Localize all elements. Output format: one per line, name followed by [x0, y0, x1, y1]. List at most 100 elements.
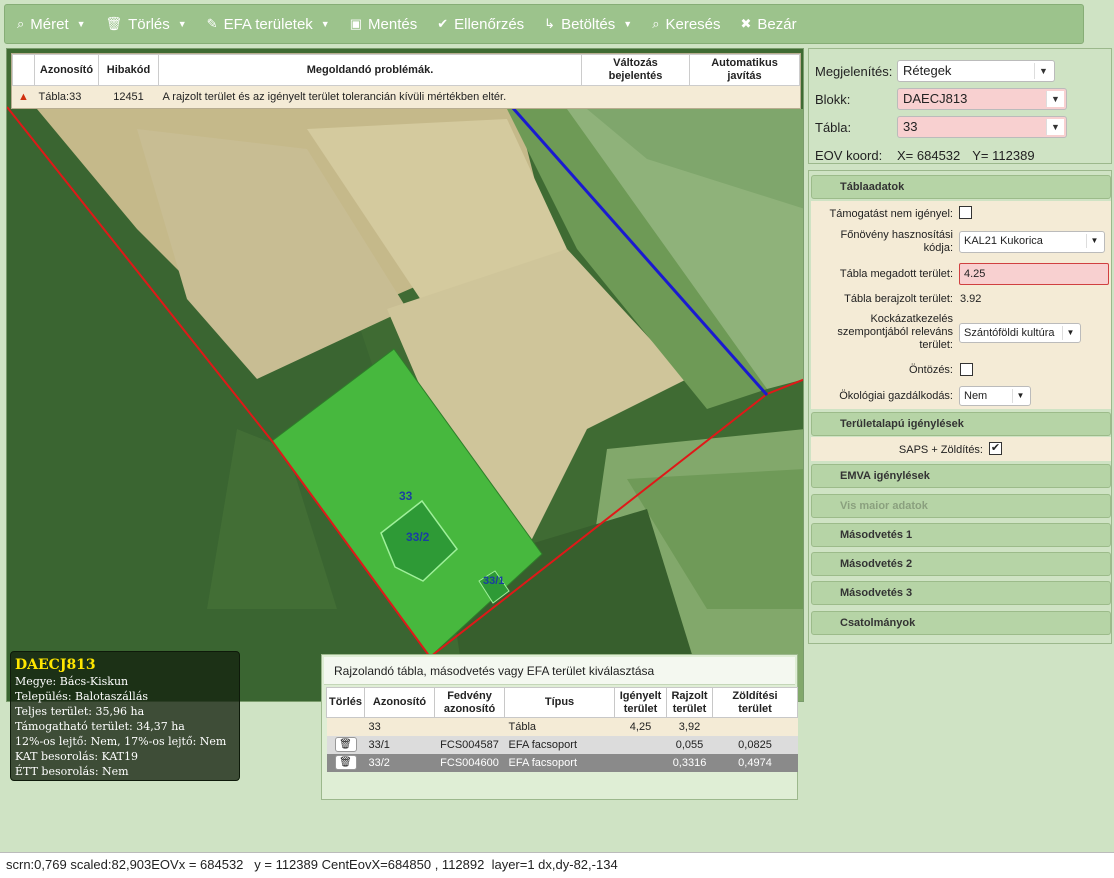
row-id: 33/1: [364, 735, 435, 754]
row-layer: FCS004600: [434, 753, 505, 772]
table-select-value: 33: [903, 119, 918, 134]
toolbar-ment-s-button[interactable]: ▣ Mentés: [350, 16, 418, 33]
block-info-total-area: Teljes terület: 35,96 ha: [15, 705, 145, 718]
row-id: 33: [364, 717, 435, 736]
parcel-data-section: Támogatást nem igényel: Főnövény hasznos…: [811, 201, 1111, 409]
error-col-icon: [12, 54, 35, 86]
error-table: Azonosító Hibakód Megoldandó problémák. …: [11, 53, 801, 109]
row-delete-cell: [326, 717, 365, 736]
toolbar-bet-lt-s-button[interactable]: ↳ Betöltés ▼: [544, 16, 632, 33]
block-info-county: Megye: Bács-Kiskun: [15, 675, 129, 688]
accordion-header-attachments[interactable]: Csatolmányok: [811, 611, 1111, 635]
display-select[interactable]: Rétegek ▼: [897, 60, 1055, 82]
toolbar-efa-ter-letek-button[interactable]: ✎ EFA területek ▼: [207, 16, 330, 33]
no-support-checkbox[interactable]: [959, 206, 972, 219]
error-col-problem: Megoldandó problémák.: [158, 54, 582, 86]
row-claimed: 4,25: [614, 717, 667, 736]
delete-row-button[interactable]: 🗑: [334, 737, 357, 752]
table-row[interactable]: 🗑 33/1 FCS004587 EFA facsoport 0,055 0,0…: [326, 735, 798, 754]
error-code: 12451: [113, 90, 144, 103]
toolbar-label: EFA területek: [223, 15, 313, 33]
chevron-down-icon: ▼: [1086, 234, 1102, 248]
block-select-value: DAECJ813: [903, 91, 968, 106]
map-view[interactable]: 33 33/2 33/1 Azonosító Hibakód Megoldand…: [6, 48, 804, 702]
eco-select[interactable]: Nem ▼: [959, 386, 1031, 406]
row-type: EFA facsoport: [504, 735, 615, 754]
display-label: Megjelenítés:: [815, 63, 893, 79]
irrigation-checkbox[interactable]: [960, 363, 973, 376]
toolbar-label: Méret: [30, 15, 69, 33]
crop-select-value: KAL21 Kukorica: [964, 235, 1043, 247]
row-green: 0,0825: [712, 735, 798, 754]
toolbar-keres-s-button[interactable]: ⌕ Keresés: [652, 16, 720, 33]
table-select[interactable]: 33 ▼: [897, 116, 1067, 138]
trash-icon: 🗑: [105, 16, 123, 31]
table-row[interactable]: 🗑 33/2 FCS004600 EFA facsoport 0,3316 0,…: [326, 753, 798, 772]
accordion-header-emva[interactable]: EMVA igénylések: [811, 464, 1111, 488]
search-icon: ⌕: [652, 16, 660, 31]
risk-select[interactable]: Szántóföldi kultúra ▼: [959, 323, 1081, 343]
caret-down-icon: ▼: [76, 19, 86, 29]
row-green: 0,4974: [712, 753, 798, 772]
error-col-change: Változás bejelentés: [581, 54, 690, 86]
toolbar-label: Mentés: [368, 15, 418, 33]
sel-col-claimed: Igényelt terület: [614, 687, 668, 718]
block-label: Blokk:: [815, 91, 851, 107]
toolbar-label: Betöltés: [561, 15, 616, 33]
toolbar-label: Törlés: [128, 15, 170, 33]
check-icon: ✔: [437, 16, 449, 31]
row-type: EFA facsoport: [504, 753, 615, 772]
saps-checkbox[interactable]: ✔: [989, 442, 1002, 455]
block-info-settlement: Település: Balotaszállás: [15, 690, 149, 703]
row-layer: FCS004587: [434, 735, 505, 754]
error-col-autofix: Automatikus javítás: [689, 54, 800, 86]
selection-panel-title: Rajzolandó tábla, másodvetés vagy EFA te…: [324, 657, 795, 685]
block-info-title: DAECJ813: [15, 657, 96, 673]
sel-col-drawn: Rajzolt terület: [666, 687, 714, 718]
block-info-kat: KAT besorolás: KAT19: [15, 750, 139, 763]
accordion-header-area-based[interactable]: Területalapú igénylések: [811, 412, 1111, 436]
saps-section: SAPS + Zöldítés: ✔: [811, 437, 1111, 461]
row-claimed: [614, 753, 667, 772]
aerial-map[interactable]: [7, 49, 804, 702]
accordion-header-second-crop-3[interactable]: Másodvetés 3: [811, 581, 1111, 605]
row-green: [712, 717, 798, 736]
close-icon: ✖: [740, 16, 752, 31]
toolbar-m-ret-button[interactable]: ⌕ Méret ▼: [17, 16, 86, 33]
error-problem: A rajzolt terület és az igényelt terület…: [162, 90, 507, 103]
table-row[interactable]: 33 Tábla 4,25 3,92: [326, 717, 798, 736]
risk-select-value: Szántóföldi kultúra: [964, 327, 1055, 339]
delete-row-button[interactable]: 🗑: [334, 755, 357, 770]
toolbar-label: Keresés: [665, 15, 721, 33]
eov-label: EOV koord:: [815, 147, 883, 163]
selection-table: Törlés Azonosító Fedvény azonosító Típus…: [325, 687, 798, 772]
row-drawn: 3,92: [666, 717, 713, 736]
chevron-down-icon: ▼: [1046, 119, 1064, 135]
toolbar-label: Bezár: [757, 15, 797, 33]
error-col-code: Hibakód: [98, 54, 159, 86]
view-settings-panel: Megjelenítés: Rétegek ▼ Blokk: DAECJ813 …: [808, 48, 1112, 164]
sel-col-id: Azonosító: [364, 687, 436, 718]
row-drawn: 0,3316: [666, 753, 713, 772]
accordion-header-second-crop-1[interactable]: Másodvetés 1: [811, 523, 1111, 547]
toolbar-t-rl-s-button[interactable]: 🗑 Törlés ▼: [106, 16, 187, 33]
accordion-header-second-crop-2[interactable]: Másodvetés 2: [811, 552, 1111, 576]
accordion-header-vis-maior: Vis maior adatok: [811, 494, 1111, 518]
toolbar-ellen-rz-s-button[interactable]: ✔ Ellenőrzés: [437, 16, 524, 33]
drawn-area-value: 3.92: [960, 293, 982, 305]
table-label: Tábla:: [815, 119, 852, 135]
chevron-down-icon: ▼: [1046, 91, 1064, 107]
status-bar: scrn:0,769 scaled:82,903EOVx = 684532 y …: [0, 852, 1114, 878]
load-icon: ↳: [544, 16, 556, 31]
block-select[interactable]: DAECJ813 ▼: [897, 88, 1067, 110]
crop-select[interactable]: KAL21 Kukorica ▼: [959, 231, 1105, 253]
row-layer: [434, 717, 505, 736]
toolbar-bez-r-button[interactable]: ✖ Bezár: [741, 16, 797, 33]
eov-x-value: X= 684532: [897, 147, 961, 163]
row-type: Tábla: [504, 717, 615, 736]
accordion-header-tabla[interactable]: Táblaadatok: [811, 175, 1111, 199]
error-row[interactable]: ▲ Tábla:33 12451 A rajzolt terület és az…: [13, 86, 800, 108]
caret-down-icon: ▼: [623, 19, 633, 29]
given-area-input[interactable]: 4.25: [959, 263, 1109, 285]
warning-icon: ▲: [18, 90, 29, 103]
